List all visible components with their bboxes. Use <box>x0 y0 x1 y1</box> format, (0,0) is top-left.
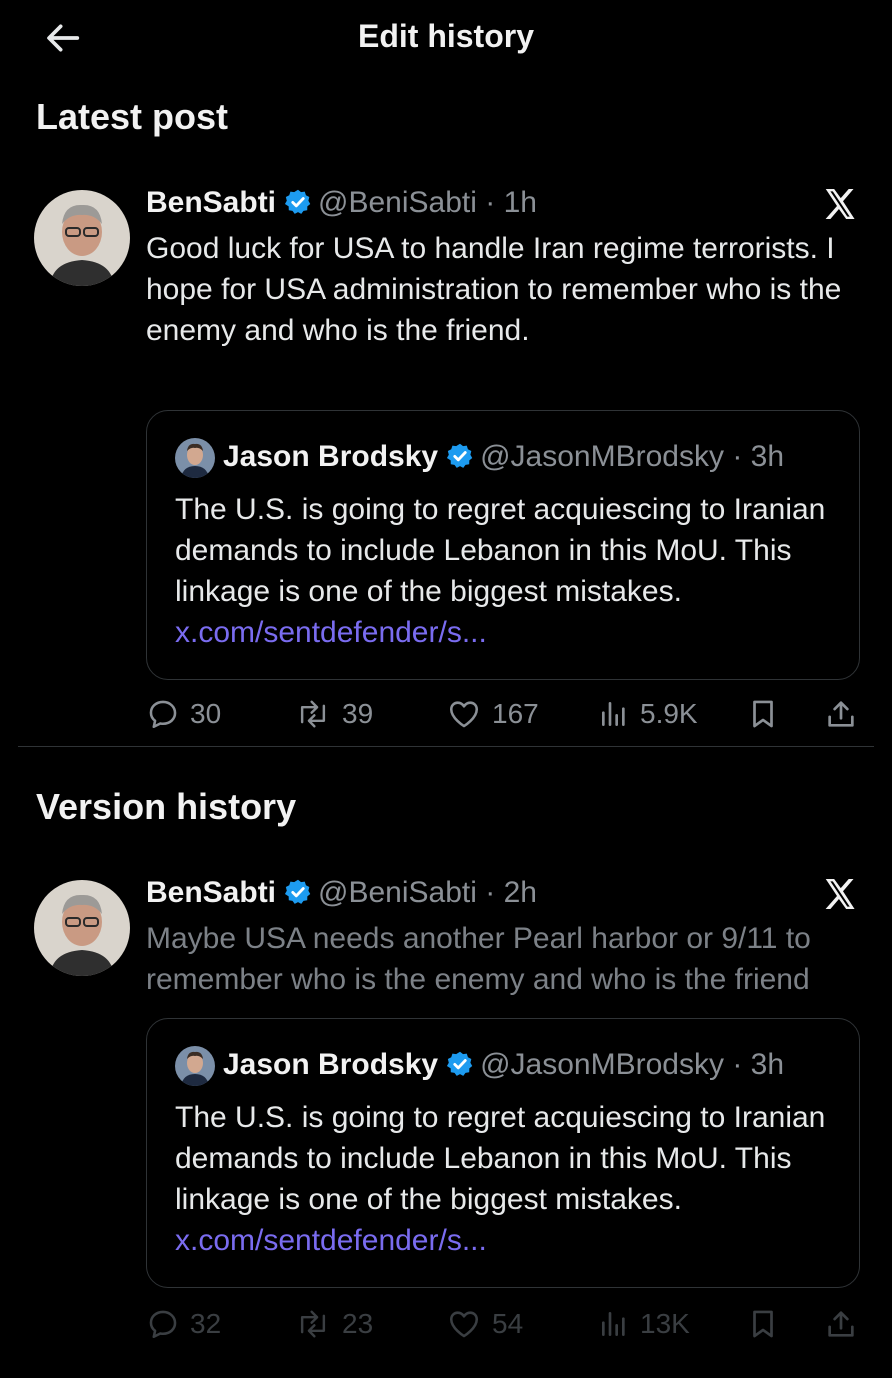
reply-icon <box>149 1310 177 1339</box>
page-title: Edit history <box>357 18 534 54</box>
quote-link[interactable]: x.com/sentdefender/s... <box>175 616 487 649</box>
author-name[interactable]: BenSabti <box>146 876 276 909</box>
repost-count: 23 <box>342 1308 374 1339</box>
post-header: BenSabti @BeniSabti · 1h <box>146 186 537 220</box>
x-logo-icon <box>822 186 858 222</box>
post-time[interactable]: 2h <box>504 876 537 909</box>
repost-button[interactable]: 39 <box>294 694 373 734</box>
bookmark-icon <box>753 1310 773 1338</box>
quote-time[interactable]: 3h <box>751 440 784 473</box>
avatar[interactable] <box>34 190 130 286</box>
author-handle[interactable]: @BeniSabti <box>318 876 477 909</box>
views-count: 5.9K <box>640 698 698 729</box>
quote-author-handle[interactable]: @JasonMBrodsky <box>480 440 724 473</box>
verified-badge-icon <box>284 879 311 904</box>
post-text: Good luck for USA to handle Iran regime … <box>146 232 842 347</box>
reply-count: 30 <box>190 698 222 729</box>
quote-author-name[interactable]: Jason Brodsky <box>223 440 438 473</box>
quote-avatar[interactable] <box>175 1046 215 1086</box>
bookmark-button[interactable] <box>746 1304 790 1344</box>
repost-button[interactable]: 23 <box>294 1304 373 1344</box>
quote-header: Jason Brodsky @JasonMBrodsky · 3h <box>223 1048 784 1082</box>
x-logo-icon <box>822 876 858 912</box>
share-button[interactable] <box>824 694 868 734</box>
repost-count: 39 <box>342 698 374 729</box>
views-chart-icon <box>602 702 625 726</box>
views-count: 13K <box>640 1308 690 1339</box>
author-name[interactable]: BenSabti <box>146 186 276 219</box>
heart-icon <box>449 1311 479 1338</box>
quote-text: The U.S. is going to regret acquiescing … <box>175 1097 835 1261</box>
reply-button[interactable]: 32 <box>146 1304 221 1344</box>
quoted-post[interactable]: Jason Brodsky @JasonMBrodsky · 3h The U.S… <box>146 1018 860 1288</box>
reply-button[interactable]: 30 <box>146 694 221 734</box>
action-bar: 32 23 54 13K <box>146 1304 866 1344</box>
repost-icon <box>300 700 326 728</box>
views-button[interactable]: 13K <box>598 1304 690 1344</box>
reply-count: 32 <box>190 1308 222 1339</box>
like-button[interactable]: 54 <box>446 1304 523 1344</box>
quote-link[interactable]: x.com/sentdefender/s... <box>175 1224 487 1257</box>
quoted-post[interactable]: Jason Brodsky @JasonMBrodsky · 3h The U.S… <box>146 410 860 680</box>
reply-icon <box>149 700 177 729</box>
separator-dot: · <box>732 440 743 473</box>
quote-header: Jason Brodsky @JasonMBrodsky · 3h <box>223 440 784 474</box>
avatar[interactable] <box>34 880 130 976</box>
quote-time[interactable]: 3h <box>751 1048 784 1081</box>
quote-avatar[interactable] <box>175 438 215 478</box>
share-icon <box>828 701 854 727</box>
like-button[interactable]: 167 <box>446 694 539 734</box>
version-history-heading: Version history <box>36 786 297 827</box>
quote-author-handle[interactable]: @JasonMBrodsky <box>480 1048 724 1081</box>
section-divider <box>18 746 874 747</box>
share-icon <box>828 1311 854 1337</box>
views-chart-icon <box>602 1312 625 1336</box>
action-bar: 30 39 167 5.9K <box>146 694 866 734</box>
verified-badge-icon <box>284 189 311 214</box>
latest-post-heading: Latest post <box>36 96 229 137</box>
like-count: 54 <box>492 1308 524 1339</box>
verified-badge-icon <box>447 443 473 468</box>
bookmark-button[interactable] <box>746 694 790 734</box>
quote-author-name[interactable]: Jason Brodsky <box>223 1048 438 1081</box>
bookmark-icon <box>753 700 773 728</box>
quote-body: The U.S. is going to regret acquiescing … <box>175 493 826 608</box>
post-header: BenSabti @BeniSabti · 2h <box>146 876 537 910</box>
post-time[interactable]: 1h <box>504 186 537 219</box>
separator-dot: · <box>485 186 496 219</box>
post-text: Maybe USA needs another Pearl harbor or … <box>146 922 811 996</box>
verified-badge-icon <box>447 1051 473 1076</box>
top-bar: Edit history <box>0 0 892 80</box>
quote-body: The U.S. is going to regret acquiescing … <box>175 1101 826 1216</box>
separator-dot: · <box>732 1048 743 1081</box>
heart-icon <box>449 701 479 728</box>
share-button[interactable] <box>824 1304 868 1344</box>
views-button[interactable]: 5.9K <box>598 694 698 734</box>
author-handle[interactable]: @BeniSabti <box>318 186 477 219</box>
quote-text: The U.S. is going to regret acquiescing … <box>175 489 835 653</box>
repost-icon <box>300 1310 326 1338</box>
like-count: 167 <box>492 698 539 729</box>
separator-dot: · <box>485 876 496 909</box>
